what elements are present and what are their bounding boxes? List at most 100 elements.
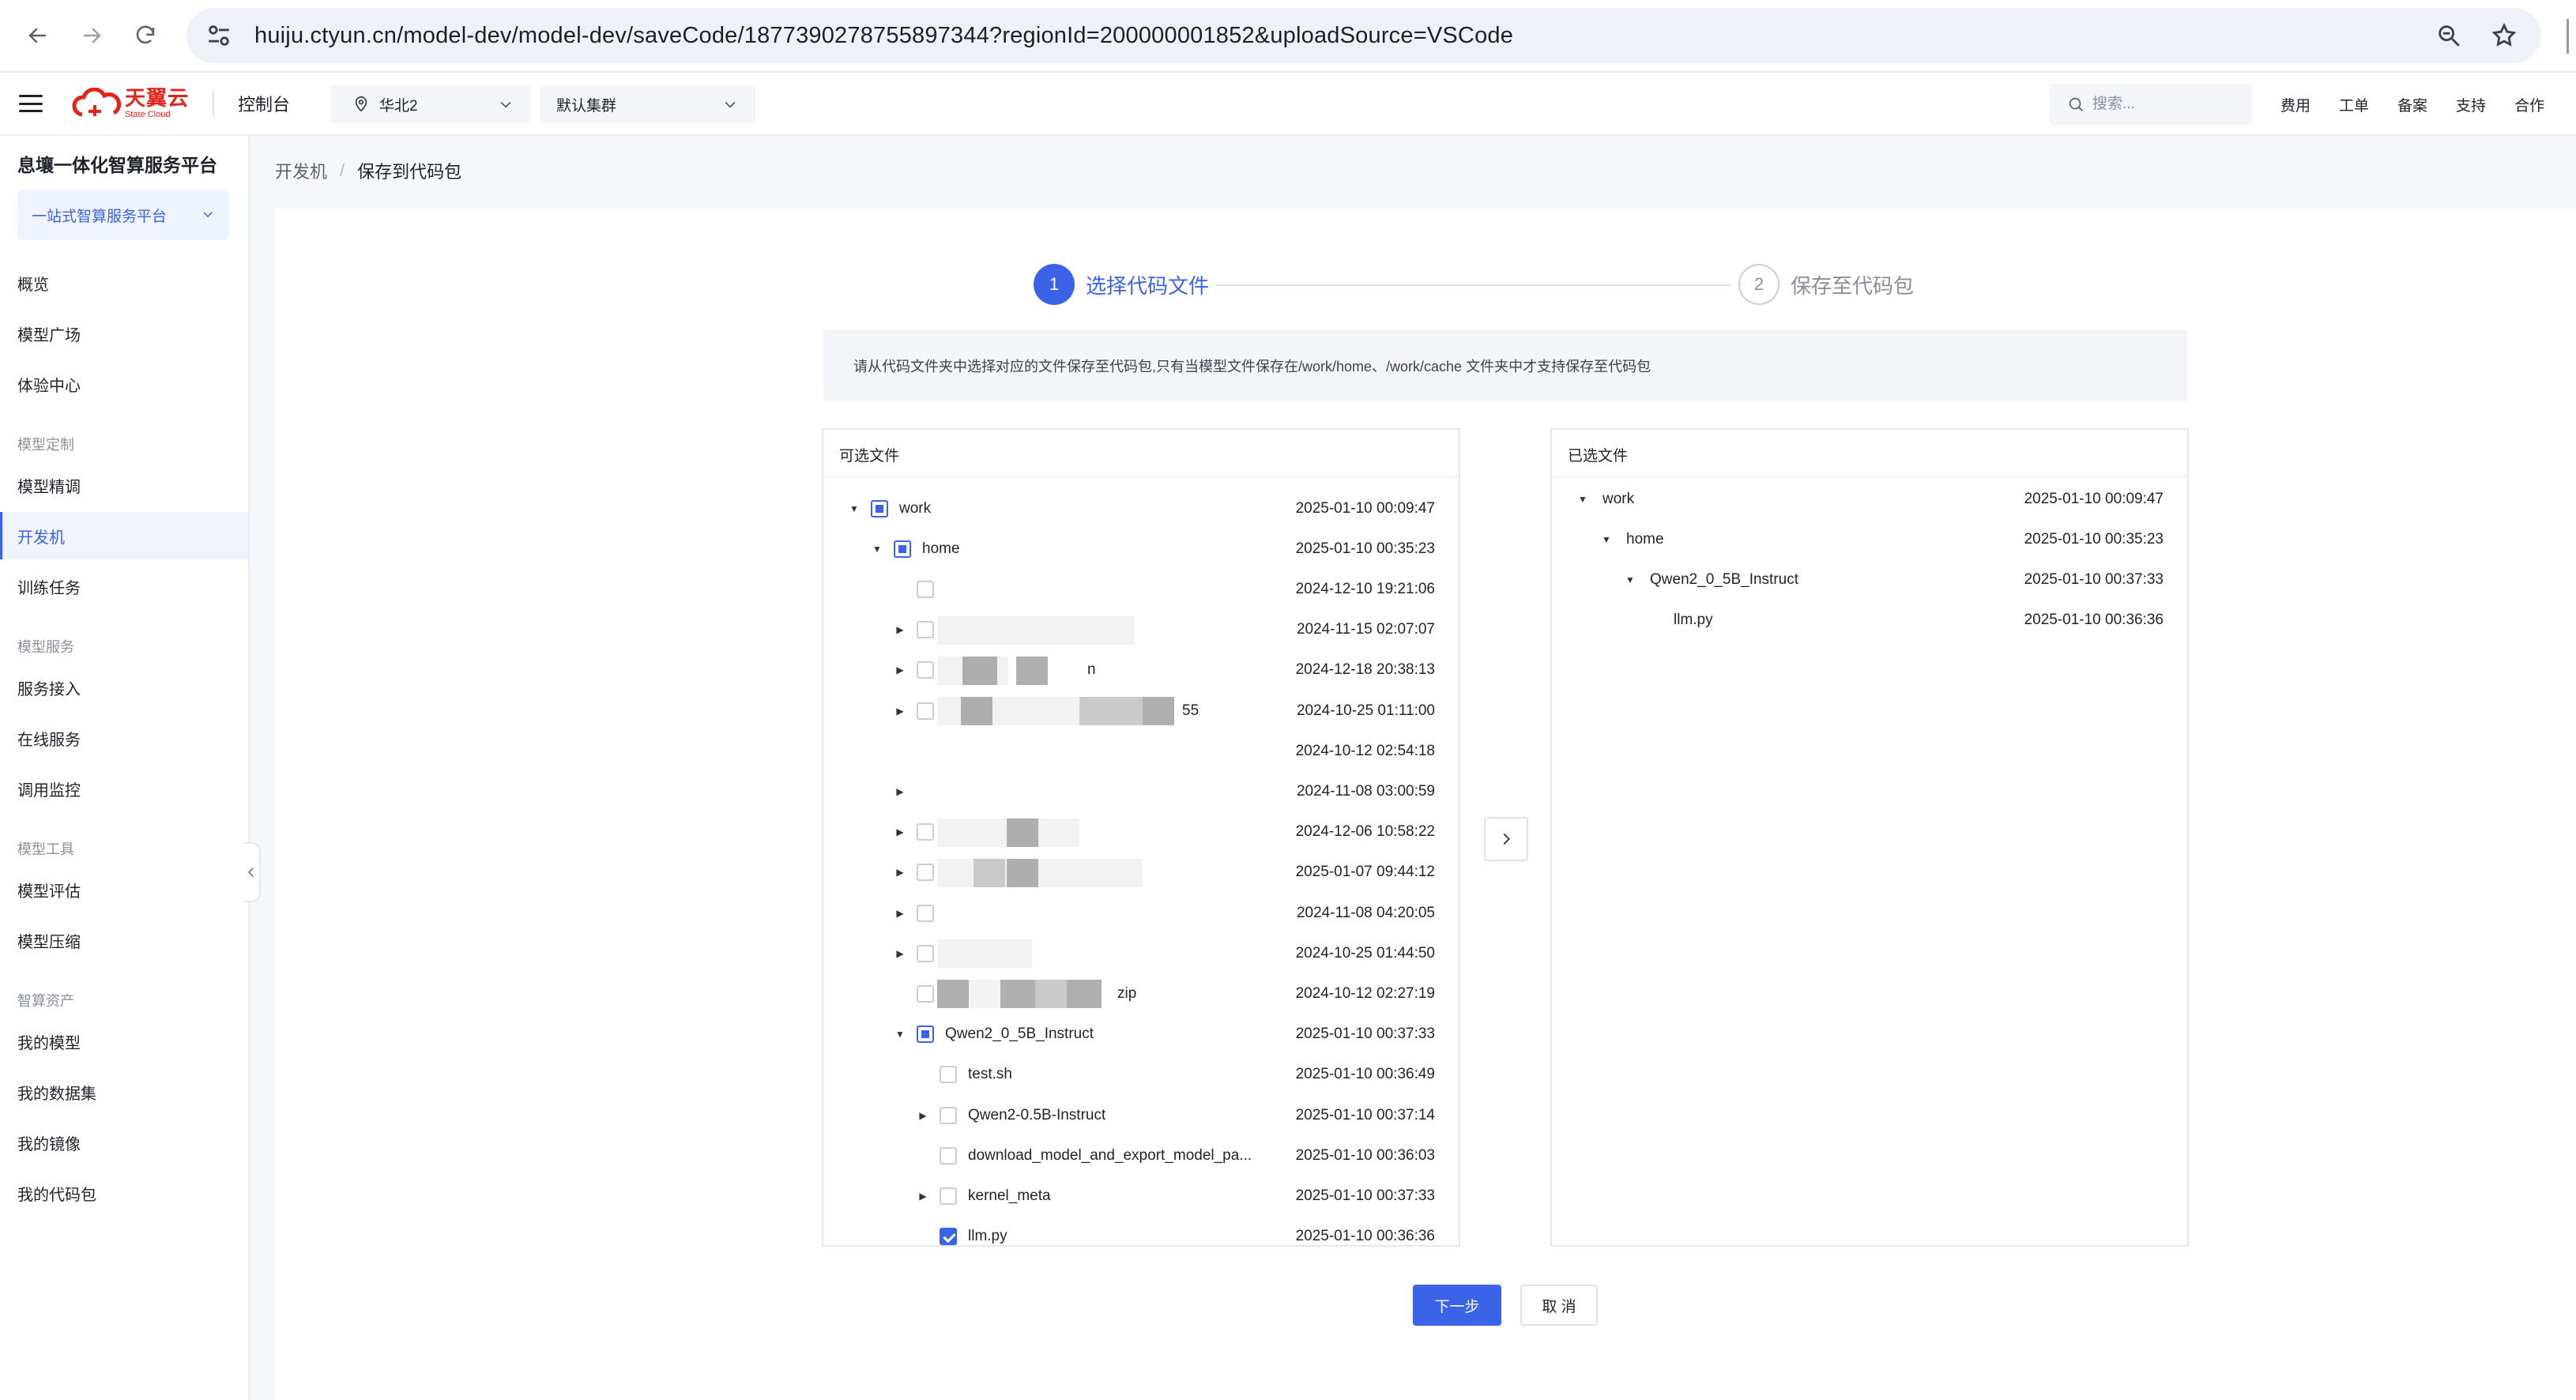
sidebar-item-call-monitor[interactable]: 调用监控: [0, 765, 248, 812]
caret-right-icon[interactable]: ▶: [893, 825, 907, 839]
sidebar-item-devbox[interactable]: 开发机: [0, 512, 248, 559]
header-link-filing[interactable]: 备案: [2397, 94, 2427, 115]
ctyun-logo[interactable]: 天翼云 State Cloud: [71, 83, 189, 124]
cancel-button[interactable]: 取 消: [1520, 1285, 1598, 1326]
header-link-fee[interactable]: 费用: [2280, 94, 2310, 115]
caret-right-icon[interactable]: ▶: [916, 1108, 930, 1123]
file-tree-row[interactable]: ▶ 2024-11-08 04:20:05: [823, 893, 1459, 933]
forward-button[interactable]: [70, 13, 114, 58]
file-checkbox[interactable]: [917, 984, 934, 1003]
menu-icon[interactable]: [19, 95, 43, 112]
file-tree-row[interactable]: ▼ work 2025-01-10 00:09:47: [823, 488, 1459, 529]
caret-down-icon[interactable]: ▼: [1599, 533, 1614, 547]
sidebar-item-my-images[interactable]: 我的镜像: [0, 1119, 248, 1166]
back-button[interactable]: [16, 13, 60, 58]
sidebar-item-evaluate[interactable]: 模型评估: [0, 866, 248, 913]
region-select[interactable]: 华北2: [330, 85, 531, 123]
selected-tree-row[interactable]: llm.py 2025-01-10 00:36:36: [1552, 600, 2187, 641]
file-tree-row[interactable]: ▼ home 2025-01-10 00:35:23: [823, 529, 1459, 569]
file-checkbox[interactable]: [917, 621, 934, 639]
file-checkbox[interactable]: [917, 904, 934, 922]
file-checkbox[interactable]: [917, 580, 934, 598]
sidebar-item-overview[interactable]: 概览: [0, 259, 248, 307]
file-checkbox[interactable]: [917, 702, 934, 720]
url-text[interactable]: huiju.ctyun.cn/model-dev/model-dev/saveC…: [254, 23, 1513, 49]
platform-select[interactable]: 一站式智算服务平台: [17, 190, 229, 240]
file-tree-row[interactable]: 2024-10-12 02:54:18: [823, 731, 1459, 771]
file-tree-row[interactable]: ▶ 55 2024-10-25 01:11:00: [823, 691, 1459, 731]
file-tree-row[interactable]: ▶ 2024-10-25 01:44:50: [823, 933, 1459, 973]
file-modified-time: 2024-10-25 01:11:00: [1296, 702, 1435, 719]
header-link-partner[interactable]: 合作: [2514, 94, 2544, 115]
file-tree-row[interactable]: zip 2024-10-12 02:27:19: [823, 973, 1459, 1014]
file-checkbox[interactable]: [940, 1066, 957, 1084]
redacted-block: [1079, 697, 1143, 725]
caret-down-icon[interactable]: ▼: [870, 542, 884, 556]
file-tree-row[interactable]: download_model_and_export_model_pa... 202…: [823, 1135, 1459, 1176]
selected-tree-row[interactable]: ▼ Qwen2_0_5B_Instruct 2025-01-10 00:37:33: [1552, 559, 2187, 600]
header-link-ticket[interactable]: 工单: [2339, 94, 2369, 115]
file-checkbox[interactable]: [940, 1187, 957, 1205]
search-input[interactable]: [2092, 96, 2235, 113]
file-checkbox[interactable]: [917, 823, 934, 841]
caret-down-icon[interactable]: ▼: [1623, 573, 1637, 587]
selected-tree-row[interactable]: ▼ home 2025-01-10 00:35:23: [1552, 519, 2187, 559]
file-tree-row[interactable]: ▶ 2024-12-06 10:58:22: [823, 812, 1459, 852]
file-checkbox[interactable]: [917, 864, 934, 882]
file-modified-time: 2025-01-10 00:36:36: [2024, 612, 2164, 629]
sidebar-item-experience[interactable]: 体验中心: [0, 360, 248, 408]
file-checkbox[interactable]: [871, 499, 888, 517]
caret-right-icon[interactable]: ▶: [893, 623, 907, 637]
sidebar-item-training[interactable]: 训练任务: [0, 563, 248, 610]
sidebar-item-my-datasets[interactable]: 我的数据集: [0, 1068, 248, 1116]
file-tree-row[interactable]: ▶ 2024-11-15 02:07:07: [823, 610, 1459, 650]
file-checkbox[interactable]: [917, 661, 934, 679]
breadcrumb-devbox[interactable]: 开发机: [275, 158, 327, 183]
file-tree-row[interactable]: ▶ kernel_meta 2025-01-10 00:37:33: [823, 1176, 1459, 1216]
next-step-button[interactable]: 下一步: [1413, 1285, 1501, 1326]
header-search[interactable]: [2050, 84, 2252, 125]
file-checkbox[interactable]: [940, 1146, 957, 1165]
caret-right-icon[interactable]: ▶: [893, 906, 907, 920]
file-checkbox[interactable]: [917, 1026, 934, 1044]
file-tree-row[interactable]: ▼ Qwen2_0_5B_Instruct 2025-01-10 00:37:33: [823, 1014, 1459, 1055]
file-tree-row[interactable]: ▶ n 2024-12-18 20:38:13: [823, 650, 1459, 691]
file-tree-row[interactable]: ▶ 2024-11-08 03:00:59: [823, 771, 1459, 811]
bookmark-star-icon[interactable]: [2491, 22, 2518, 49]
caret-right-icon[interactable]: ▶: [893, 865, 907, 879]
reload-button[interactable]: [123, 13, 168, 58]
sidebar-item-online-service[interactable]: 在线服务: [0, 714, 248, 762]
console-link[interactable]: 控制台: [238, 91, 290, 116]
caret-right-icon[interactable]: ▶: [893, 704, 907, 718]
site-settings-icon[interactable]: [205, 22, 232, 49]
cluster-select[interactable]: 默认集群: [540, 85, 755, 123]
file-checkbox[interactable]: [917, 944, 934, 962]
header-link-support[interactable]: 支持: [2456, 94, 2486, 115]
sidebar-item-my-models[interactable]: 我的模型: [0, 1018, 248, 1065]
sidebar-collapse-button[interactable]: [243, 842, 261, 902]
caret-right-icon[interactable]: ▶: [893, 785, 907, 799]
caret-right-icon[interactable]: ▶: [893, 663, 907, 677]
sidebar-item-service-access[interactable]: 服务接入: [0, 664, 248, 711]
sidebar-item-finetune[interactable]: 模型精调: [0, 461, 248, 509]
file-tree-row[interactable]: ▶ 2025-01-07 09:44:12: [823, 852, 1459, 893]
caret-down-icon[interactable]: ▼: [893, 1027, 907, 1041]
sidebar-item-model-square[interactable]: 模型广场: [0, 310, 248, 357]
caret-down-icon[interactable]: ▼: [1576, 492, 1590, 506]
file-tree-row[interactable]: ▶ Qwen2-0.5B-Instruct 2025-01-10 00:37:14: [823, 1095, 1459, 1135]
caret-down-icon[interactable]: ▼: [847, 502, 861, 516]
file-checkbox[interactable]: [940, 1228, 957, 1245]
file-tree-row[interactable]: llm.py 2025-01-10 00:36:36: [823, 1217, 1459, 1245]
transfer-right-button[interactable]: [1484, 817, 1528, 861]
file-checkbox[interactable]: [894, 540, 911, 558]
file-tree-row[interactable]: 2024-12-10 19:21:06: [823, 569, 1459, 609]
file-checkbox[interactable]: [940, 1106, 957, 1124]
selected-tree-row[interactable]: ▼ work 2025-01-10 00:09:47: [1552, 479, 2187, 519]
address-bar[interactable]: huiju.ctyun.cn/model-dev/model-dev/saveC…: [186, 8, 2541, 63]
sidebar-item-compress[interactable]: 模型压缩: [0, 916, 248, 964]
sidebar-item-my-code-packages[interactable]: 我的代码包: [0, 1169, 248, 1217]
file-tree-row[interactable]: test.sh 2025-01-10 00:36:49: [823, 1055, 1459, 1095]
caret-right-icon[interactable]: ▶: [916, 1189, 930, 1203]
zoom-icon[interactable]: [2435, 22, 2462, 49]
caret-right-icon[interactable]: ▶: [893, 947, 907, 961]
